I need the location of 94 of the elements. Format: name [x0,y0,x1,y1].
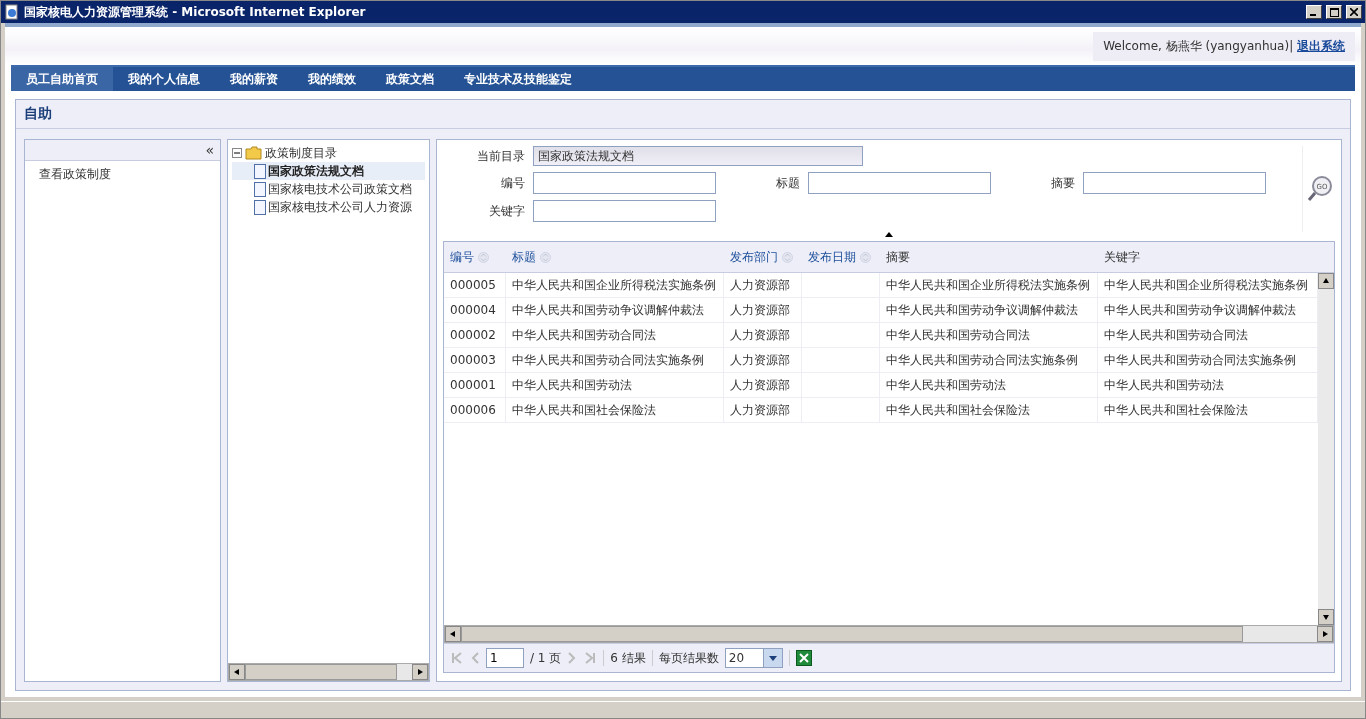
scroll-left-icon[interactable] [450,631,456,637]
table-cell: 中华人民共和国劳动合同法实施条例 [512,351,704,369]
maximize-button[interactable] [1326,5,1342,19]
previous-page-icon[interactable] [470,651,480,665]
field-label: 编号 [500,174,526,192]
table-cell: 人力资源部 [730,301,790,319]
table-cell: 人力资源部 [730,326,790,344]
table-cell: 000005 [450,278,496,292]
horizontal-scrollbar[interactable] [444,625,1334,643]
nav-tab[interactable]: 我的绩效 [293,67,371,91]
table-cell: 人力资源部 [730,401,790,419]
browser-icon [4,4,20,20]
sidebar-item[interactable]: 查看政策制度 [25,161,221,188]
current-directory-field: 国家政策法规文档 [533,146,863,166]
document-icon [254,199,267,215]
table-cell: 000003 [450,353,496,367]
tree-node[interactable]: 国家核电技术公司政策文档 [232,180,425,198]
input-field[interactable] [808,172,991,194]
table-cell: 中华人民共和国劳动法 [512,376,632,394]
column-header[interactable]: 摘要 [886,248,910,266]
horizontal-scrollbar[interactable] [228,663,429,681]
dropdown-caret-icon[interactable] [768,655,777,661]
column-header[interactable]: 标题 [512,248,536,266]
table-cell: 中华人民共和国劳动合同法 [512,326,656,344]
collapse-arrow-icon[interactable] [885,232,893,237]
maximize-icon [1329,7,1339,17]
table-cell: 中华人民共和国社会保险法 [512,401,656,419]
table-cell: 000001 [450,378,496,392]
table-cell: 中华人民共和国社会保险法 [1104,401,1248,419]
table-cell: 中华人民共和国劳动法 [886,376,1006,394]
field-label: 标题 [775,174,801,192]
page-size-select[interactable]: 20 [724,648,783,668]
table-cell: 中华人民共和国企业所得税法实施条例 [1104,276,1308,294]
column-header[interactable]: 关键字 [1104,248,1140,266]
close-icon [1350,8,1358,16]
column-header[interactable]: 发布部门 [730,248,778,266]
nav-tab[interactable]: 政策文档 [371,67,449,91]
collapse-icon[interactable] [232,147,244,159]
table-cell: 人力资源部 [730,351,790,369]
document-icon [254,163,267,179]
nav-tab[interactable]: 员工自助首页 [11,67,113,91]
close-button[interactable] [1346,5,1362,19]
minimize-button[interactable] [1306,5,1322,19]
table-cell: 人力资源部 [730,376,790,394]
welcome-text: Welcome, 杨燕华 (yangyanhua)| [1103,38,1294,53]
vertical-scrollbar[interactable] [1318,273,1334,625]
tree-node[interactable]: 国家政策法规文档 [232,162,425,180]
table-cell: 000002 [450,328,496,342]
scroll-left-icon[interactable] [234,669,241,675]
input-field[interactable] [533,200,716,222]
column-header[interactable]: 编号 [450,248,474,266]
page-size-label: 每页结果数 [658,649,719,667]
spreadsheet-export-icon[interactable] [795,650,812,666]
table-cell: 人力资源部 [730,276,790,294]
logout-link[interactable]: 退出系统 [1297,38,1345,53]
first-page-icon[interactable] [450,651,464,665]
table-cell: 000006 [450,403,496,417]
result-count: 6 结果 [610,649,646,667]
last-page-icon[interactable] [583,651,598,665]
field-label: 关键字 [488,202,526,220]
document-icon [254,181,267,197]
table-cell: 中华人民共和国劳动法 [1104,376,1224,394]
nav-tab[interactable]: 我的薪资 [215,67,293,91]
page-input[interactable]: 1 [486,648,524,668]
tree-node[interactable]: 国家核电技术公司人力资源 [232,198,425,216]
collapse-button[interactable]: « [205,142,215,158]
table-cell: 中华人民共和国劳动合同法实施条例 [1104,351,1296,369]
nav-tab[interactable]: 我的个人信息 [113,67,215,91]
table-cell: 中华人民共和国劳动争议调解仲裁法 [886,301,1078,319]
window-title: 国家核电人力资源管理系统 - Microsoft Internet Explorer [24,3,367,21]
table-cell: 中华人民共和国劳动争议调解仲裁法 [1104,301,1296,319]
field-label: 摘要 [1050,174,1076,192]
panel-title: 自助 [23,104,53,123]
table-cell: 000004 [450,303,496,317]
table-cell: 中华人民共和国企业所得税法实施条例 [512,276,716,294]
table-cell: 中华人民共和国社会保险法 [886,401,1030,419]
scroll-up-icon[interactable] [1323,278,1329,284]
table-cell: 中华人民共和国劳动合同法 [886,326,1030,344]
page-total: / 1 页 [530,649,562,667]
field-label: 当前目录 [476,147,526,165]
nav-tab[interactable]: 专业技术及技能鉴定 [449,67,587,91]
next-page-icon[interactable] [567,651,578,665]
input-field[interactable] [533,172,716,194]
scroll-right-icon[interactable] [1322,631,1328,637]
scroll-down-icon[interactable] [1323,614,1329,620]
input-field[interactable] [1083,172,1266,194]
folder-icon [245,146,264,160]
table-cell: 中华人民共和国企业所得税法实施条例 [886,276,1090,294]
table-cell: 中华人民共和国劳动争议调解仲裁法 [512,301,704,319]
column-header[interactable]: 发布日期 [808,248,856,266]
scroll-right-icon[interactable] [417,669,423,675]
table-cell: 中华人民共和国劳动合同法实施条例 [886,351,1078,369]
table-cell: 中华人民共和国劳动合同法 [1104,326,1248,344]
tree-node[interactable]: 政策制度目录 [265,144,338,162]
